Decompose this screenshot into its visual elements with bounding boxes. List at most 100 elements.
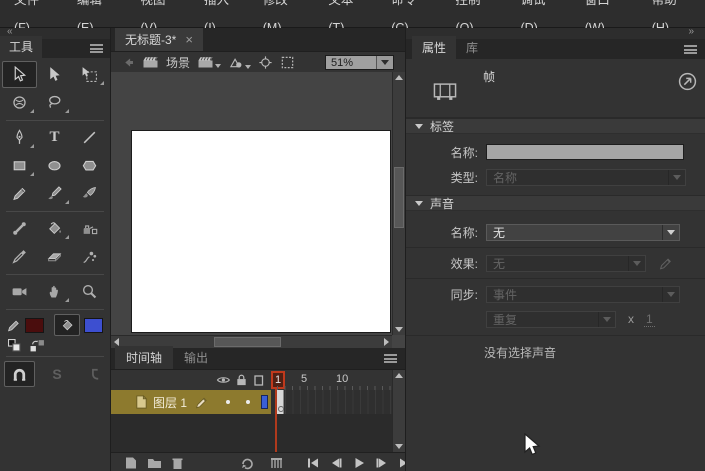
timeline-tabbar: 时间轴 输出 xyxy=(111,348,405,370)
scroll-down-icon[interactable] xyxy=(395,444,403,449)
fill-color-button[interactable] xyxy=(54,314,80,336)
stage-canvas[interactable] xyxy=(131,130,391,333)
label-name-label: 名称: xyxy=(406,144,478,161)
smooth-option-button[interactable]: S xyxy=(41,361,72,387)
deco-tool-button[interactable] xyxy=(72,243,107,270)
vertical-scroll-thumb[interactable] xyxy=(394,167,404,228)
layer-visibility-dot[interactable] xyxy=(226,400,230,404)
document-tab[interactable]: 无标题-3* × xyxy=(115,28,203,51)
clip-bounds-icon[interactable] xyxy=(280,55,295,70)
label-name-input[interactable] xyxy=(486,144,684,160)
camera-tool-button[interactable] xyxy=(2,278,37,305)
straighten-option-button[interactable] xyxy=(79,361,110,387)
eyedropper-icon xyxy=(11,248,28,265)
stroke-color-swatch[interactable] xyxy=(25,318,44,333)
line-tool-button[interactable] xyxy=(72,124,107,151)
tab-timeline[interactable]: 时间轴 xyxy=(115,346,173,369)
delete-layer-button[interactable] xyxy=(171,456,184,470)
modify-markers-button[interactable] xyxy=(270,456,283,470)
lasso-tool-button[interactable] xyxy=(37,89,72,116)
outline-view-icon[interactable] xyxy=(253,374,265,387)
smooth-icon: S xyxy=(52,366,61,382)
oval-tool-button[interactable] xyxy=(37,152,72,179)
show-hide-eye-icon[interactable] xyxy=(216,374,231,386)
center-frame-icon[interactable] xyxy=(258,55,273,70)
scene-breadcrumb[interactable]: 场景 xyxy=(166,54,190,71)
selection-tool-button[interactable] xyxy=(2,61,37,88)
text-tool-button[interactable]: T xyxy=(37,124,72,151)
scroll-left-icon[interactable] xyxy=(114,338,119,346)
layer-name[interactable]: 图层 1 xyxy=(153,394,187,411)
tab-output[interactable]: 输出 xyxy=(173,346,219,369)
new-layer-button[interactable] xyxy=(124,456,138,470)
line-icon xyxy=(81,129,98,146)
prev-frame-button[interactable] xyxy=(329,456,343,470)
tab-properties[interactable]: 属性 xyxy=(412,36,456,59)
tools-divider xyxy=(6,309,104,310)
pasteboard[interactable] xyxy=(111,72,405,348)
transform-selection-tool-button[interactable] xyxy=(72,61,107,88)
horizontal-scroll-thumb[interactable] xyxy=(214,337,281,347)
zoom-tool-button[interactable] xyxy=(72,278,107,305)
scroll-down-icon[interactable] xyxy=(395,327,403,332)
panel-menu-icon[interactable] xyxy=(684,45,697,54)
brush-tool-button[interactable] xyxy=(37,180,72,207)
edit-symbols-button[interactable] xyxy=(228,55,251,70)
paint-bucket-tool-button[interactable] xyxy=(37,215,72,242)
scroll-up-icon[interactable] xyxy=(395,373,403,378)
timeline-scrollbar[interactable] xyxy=(392,370,405,452)
fill-color-swatch[interactable] xyxy=(84,318,103,333)
swap-colors-icon[interactable] xyxy=(30,339,45,352)
default-colors-icon[interactable] xyxy=(8,339,21,352)
next-frame-button[interactable] xyxy=(375,456,389,470)
last-frame-button[interactable] xyxy=(398,456,405,470)
edit-scene-button[interactable] xyxy=(197,55,221,69)
sound-name-value: 无 xyxy=(487,224,662,241)
quick-exchange-icon[interactable] xyxy=(678,72,697,91)
bone-tool-button[interactable] xyxy=(2,215,37,242)
document-tabbar: 无标题-3* × xyxy=(111,28,405,52)
back-arrow-icon[interactable] xyxy=(122,56,135,69)
frame-strip[interactable] xyxy=(271,390,392,414)
scroll-right-icon[interactable] xyxy=(384,338,389,346)
hand-tool-button[interactable] xyxy=(37,278,72,305)
sound-repeat-dropdown: 重复 xyxy=(486,311,616,328)
sound-name-dropdown[interactable]: 无 xyxy=(486,224,680,241)
snap-to-objects-toggle[interactable] xyxy=(4,361,35,387)
playhead-line[interactable] xyxy=(275,389,277,452)
paintbrush-tool-button[interactable] xyxy=(72,180,107,207)
panel-menu-icon[interactable] xyxy=(90,44,103,53)
loop-button[interactable] xyxy=(240,456,255,470)
tab-tools[interactable]: 工具 xyxy=(0,36,42,58)
section-sound-header[interactable]: 声音 xyxy=(406,195,705,211)
layer-row[interactable]: 图层 1 xyxy=(111,390,392,414)
ink-bottle-tool-button[interactable] xyxy=(72,215,107,242)
zoom-level-select[interactable]: 51% xyxy=(325,55,394,70)
new-folder-button[interactable] xyxy=(147,456,162,470)
eraser-tool-button[interactable] xyxy=(37,243,72,270)
subselection-tool-button[interactable] xyxy=(37,61,72,88)
first-frame-button[interactable] xyxy=(306,456,320,470)
section-label-header[interactable]: 标签 xyxy=(406,118,705,134)
dropdown-arrow-icon xyxy=(668,170,685,185)
rectangle-tool-button[interactable] xyxy=(2,152,37,179)
polystar-tool-button[interactable] xyxy=(72,152,107,179)
scroll-up-icon[interactable] xyxy=(395,75,403,80)
timeline-body[interactable] xyxy=(111,414,392,452)
blank-keyframe-cell[interactable] xyxy=(277,390,284,414)
row-divider xyxy=(406,247,705,248)
play-button[interactable] xyxy=(352,456,366,470)
lock-icon[interactable] xyxy=(235,373,248,387)
vertical-scrollbar[interactable] xyxy=(392,72,405,335)
eyedropper-tool-button[interactable] xyxy=(2,243,37,270)
layer-lock-dot[interactable] xyxy=(246,400,250,404)
collapse-panel-icon[interactable]: » xyxy=(688,26,693,37)
gradient-transform-tool-button[interactable] xyxy=(2,89,37,116)
tab-close-icon[interactable]: × xyxy=(185,33,193,46)
pen-tool-button[interactable] xyxy=(2,124,37,151)
layer-outline-color-swatch[interactable] xyxy=(261,395,268,409)
panel-menu-icon[interactable] xyxy=(384,354,397,363)
tab-library[interactable]: 库 xyxy=(456,36,488,59)
pencil-tool-button[interactable] xyxy=(2,180,37,207)
zoom-dropdown-button[interactable] xyxy=(376,56,393,69)
